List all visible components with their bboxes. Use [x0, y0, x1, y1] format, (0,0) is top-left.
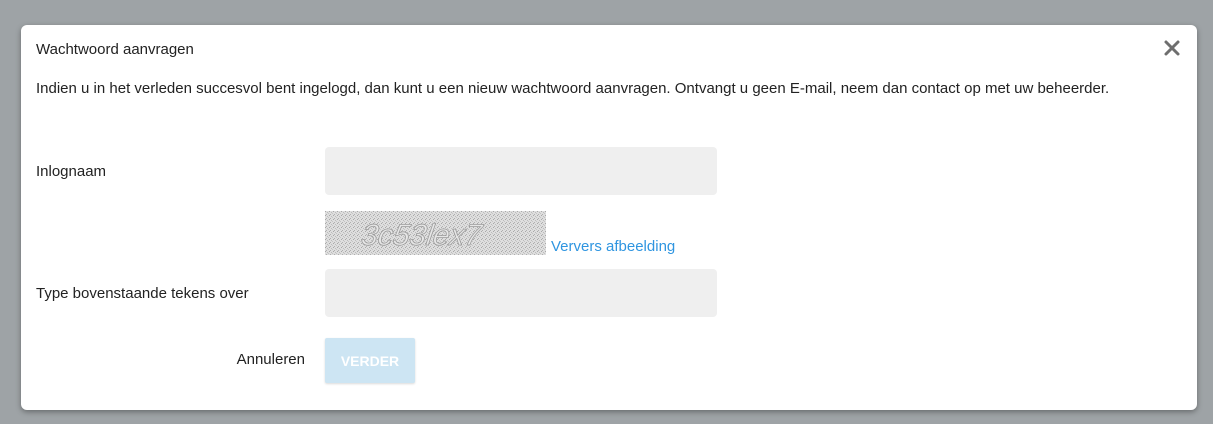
captcha-input[interactable] [325, 269, 717, 317]
captcha-image: 3c53lex7 [325, 211, 546, 255]
password-request-dialog: Wachtwoord aanvragen Indien u in het ver… [21, 25, 1197, 410]
captcha-text: 3c53lex7 [359, 219, 485, 252]
username-label: Inlognaam [36, 163, 107, 180]
captcha-input-label: Type bovenstaande tekens over [36, 285, 249, 302]
username-input[interactable] [325, 147, 717, 195]
cancel-button[interactable]: Annuleren [211, 351, 305, 368]
close-icon[interactable] [1163, 39, 1181, 57]
refresh-captcha-link[interactable]: Ververs afbeelding [551, 238, 675, 255]
next-button[interactable]: VERDER [325, 338, 415, 383]
intro-text: Indien u in het verleden succesvol bent … [36, 80, 1110, 97]
dialog-title: Wachtwoord aanvragen [36, 41, 194, 58]
